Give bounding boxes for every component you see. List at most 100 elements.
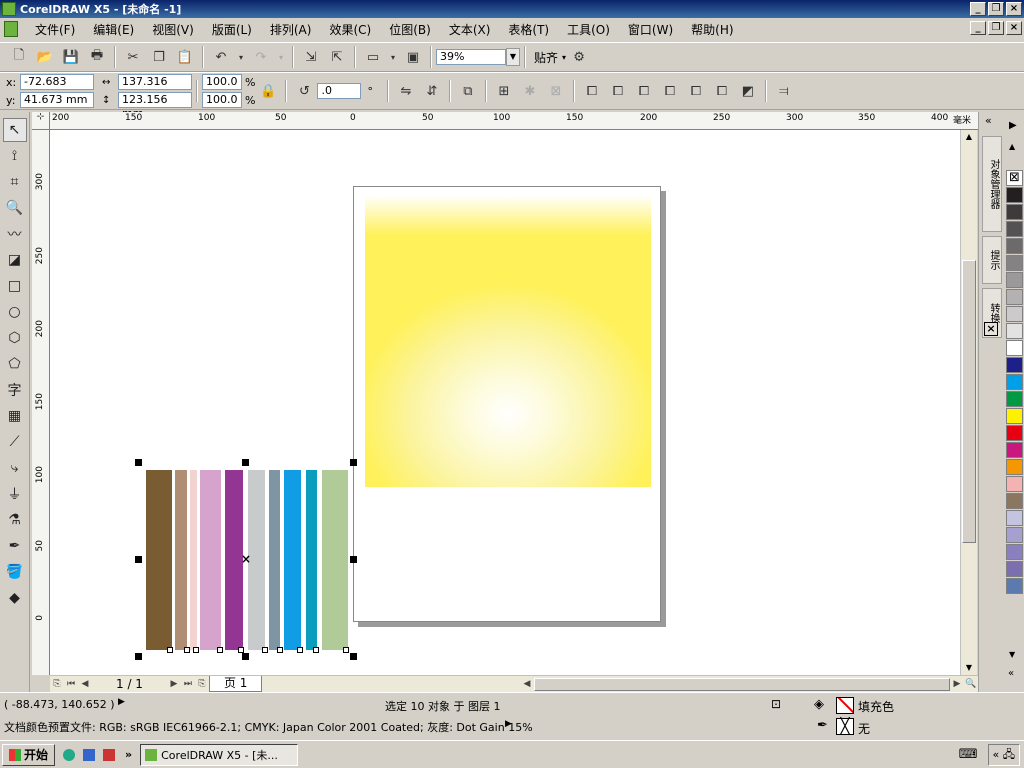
add-page-after-icon[interactable]: ⎘ bbox=[195, 677, 209, 691]
fill-swatch[interactable] bbox=[836, 697, 854, 714]
doc-restore-button[interactable]: ❐ bbox=[988, 21, 1004, 35]
height-field[interactable]: 123.156 mm bbox=[118, 92, 192, 120]
smart-fill-tool-icon[interactable]: ◪ bbox=[3, 248, 27, 272]
radial-gradient-rectangle[interactable] bbox=[365, 195, 651, 487]
document-icon[interactable] bbox=[4, 21, 18, 37]
ruler-origin-corner[interactable]: ⊹ bbox=[32, 112, 50, 130]
expand-dockers-icon[interactable]: « bbox=[985, 114, 992, 127]
tray-expand-icon[interactable]: « 🖧 bbox=[987, 743, 1020, 766]
selection-handle-mr[interactable] bbox=[350, 556, 357, 563]
palette-down-icon[interactable]: ▼ bbox=[1009, 650, 1015, 659]
new-document-icon[interactable]: 🗋 bbox=[8, 46, 30, 68]
doc-minimize-button[interactable]: _ bbox=[970, 21, 986, 35]
palette-swatch[interactable] bbox=[1006, 476, 1023, 492]
palette-swatch[interactable] bbox=[1006, 442, 1023, 458]
scroll-left-icon[interactable]: ◀ bbox=[520, 677, 534, 691]
center-marker-icon[interactable]: × bbox=[241, 552, 251, 566]
palette-swatch[interactable] bbox=[1006, 544, 1023, 560]
open-icon[interactable]: 📂 bbox=[34, 46, 56, 68]
start-button[interactable]: 开始 bbox=[2, 743, 56, 766]
outline-swatch[interactable]: ╳ bbox=[836, 718, 854, 735]
export-icon[interactable]: ⇱ bbox=[326, 46, 348, 68]
fill-bucket-icon[interactable]: ◈ bbox=[814, 697, 824, 712]
palette-swatch[interactable] bbox=[1006, 578, 1023, 594]
scale-y-field[interactable]: 100.0 bbox=[202, 92, 242, 108]
welcome-screen-icon[interactable]: ▣ bbox=[402, 46, 424, 68]
selection-handle-bm[interactable] bbox=[242, 653, 249, 660]
redo-dropdown-icon[interactable]: ▾ bbox=[276, 46, 286, 68]
add-page-before-icon[interactable]: ⎘ bbox=[50, 677, 64, 691]
rotation-field[interactable]: .0 bbox=[317, 83, 362, 99]
taskbar-coreldraw-button[interactable]: CorelDRAW X5 - [未... bbox=[140, 743, 299, 766]
rectangle-tool-icon[interactable]: □ bbox=[3, 274, 27, 298]
weld-icon[interactable]: ⧠ bbox=[581, 80, 603, 102]
color-stripe[interactable] bbox=[146, 470, 172, 650]
launcher-dropdown-icon[interactable]: ▾ bbox=[388, 46, 398, 68]
outline-tool-icon[interactable]: ✒ bbox=[3, 534, 27, 558]
dimension-tool-icon[interactable]: ⟋ bbox=[3, 430, 27, 454]
navigator-zoom-icon[interactable]: 🔍 bbox=[964, 677, 978, 691]
outline-pen-icon[interactable]: ✒ bbox=[817, 718, 828, 733]
options-icon[interactable]: ⚙ bbox=[568, 46, 590, 68]
simplify-icon[interactable]: ⧠ bbox=[659, 80, 681, 102]
break-apart-icon[interactable]: ⊠ bbox=[545, 80, 567, 102]
palette-scroll-up-icon[interactable]: ▶ bbox=[1009, 120, 1017, 131]
palette-swatch[interactable] bbox=[1006, 357, 1023, 373]
width-field[interactable]: 137.316 mm bbox=[118, 74, 192, 102]
snap-to-menu[interactable]: 贴齐 bbox=[534, 49, 558, 66]
minimize-button[interactable]: _ bbox=[970, 2, 986, 16]
menu-tools[interactable]: 工具(O) bbox=[558, 21, 619, 38]
selection-handle-tm[interactable] bbox=[242, 459, 249, 466]
ellipse-tool-icon[interactable]: ○ bbox=[3, 300, 27, 324]
close-button[interactable]: × bbox=[1006, 2, 1022, 16]
palette-swatch[interactable] bbox=[1006, 323, 1023, 339]
scroll-down-icon[interactable]: ▼ bbox=[961, 661, 977, 675]
more-quicklaunch-icon[interactable]: » bbox=[125, 748, 132, 761]
scroll-up-icon[interactable]: ▲ bbox=[961, 130, 977, 144]
palette-swatch[interactable] bbox=[1006, 493, 1023, 509]
menu-help[interactable]: 帮助(H) bbox=[682, 21, 742, 38]
freehand-tool-icon[interactable]: 〰 bbox=[3, 222, 27, 246]
selection-handle-tl[interactable] bbox=[135, 459, 142, 466]
close-docker-icon[interactable]: × bbox=[984, 322, 998, 336]
align-icon[interactable]: ⫤ bbox=[773, 80, 795, 102]
menu-effects[interactable]: 效果(C) bbox=[320, 21, 380, 38]
hints-tab[interactable]: 提示 bbox=[982, 236, 1002, 284]
no-color-swatch[interactable]: ⊠ bbox=[1006, 170, 1023, 186]
align-distribute-icon[interactable]: ⊞ bbox=[493, 80, 515, 102]
color-stripe[interactable] bbox=[175, 470, 187, 650]
text-tool-icon[interactable]: 字 bbox=[3, 378, 27, 402]
quicklaunch-app-icon[interactable] bbox=[103, 748, 116, 761]
palette-swatch[interactable] bbox=[1006, 187, 1023, 203]
combine-icon[interactable]: ✱ bbox=[519, 80, 541, 102]
interactive-fill-tool-icon[interactable]: ◆ bbox=[3, 586, 27, 610]
copy-icon[interactable]: ❐ bbox=[148, 46, 170, 68]
snap-status-icon[interactable]: ⊡ bbox=[771, 697, 781, 711]
keyboard-icon[interactable]: ⌨ bbox=[959, 747, 978, 762]
palette-expand-icon[interactable]: « bbox=[1008, 668, 1014, 679]
pick-tool-icon[interactable]: ↖ bbox=[2, 118, 27, 142]
zoom-tool-icon[interactable]: 🔍 bbox=[3, 196, 27, 220]
palette-swatch[interactable] bbox=[1006, 238, 1023, 254]
menu-bitmaps[interactable]: 位图(B) bbox=[380, 21, 440, 38]
horizontal-scroll-thumb[interactable] bbox=[534, 677, 950, 691]
color-stripe[interactable] bbox=[269, 470, 280, 650]
previous-page-icon[interactable]: ◀ bbox=[78, 677, 92, 691]
x-position-field[interactable]: -72.683 mm bbox=[20, 74, 94, 102]
color-stripe[interactable] bbox=[306, 470, 317, 650]
menu-window[interactable]: 窗口(W) bbox=[619, 21, 682, 38]
palette-swatch[interactable] bbox=[1006, 255, 1023, 271]
undo-icon[interactable]: ↶ bbox=[210, 46, 232, 68]
zoom-combo[interactable]: 39% ▼ bbox=[436, 48, 520, 66]
color-stripe[interactable] bbox=[190, 470, 197, 650]
y-position-field[interactable]: 41.673 mm bbox=[20, 92, 94, 108]
menu-view[interactable]: 视图(V) bbox=[143, 21, 203, 38]
cut-icon[interactable]: ✂ bbox=[122, 46, 144, 68]
scroll-right-icon[interactable]: ▶ bbox=[950, 677, 964, 691]
create-boundary-icon[interactable]: ◩ bbox=[737, 80, 759, 102]
redo-icon[interactable]: ↷ bbox=[250, 46, 272, 68]
selection-handle-tr[interactable] bbox=[350, 459, 357, 466]
horizontal-ruler[interactable]: 200 150 100 50 0 50 100 150 200 250 300 … bbox=[50, 112, 978, 130]
menu-table[interactable]: 表格(T) bbox=[499, 21, 558, 38]
status-expand-icon[interactable]: ▶ bbox=[118, 697, 125, 707]
